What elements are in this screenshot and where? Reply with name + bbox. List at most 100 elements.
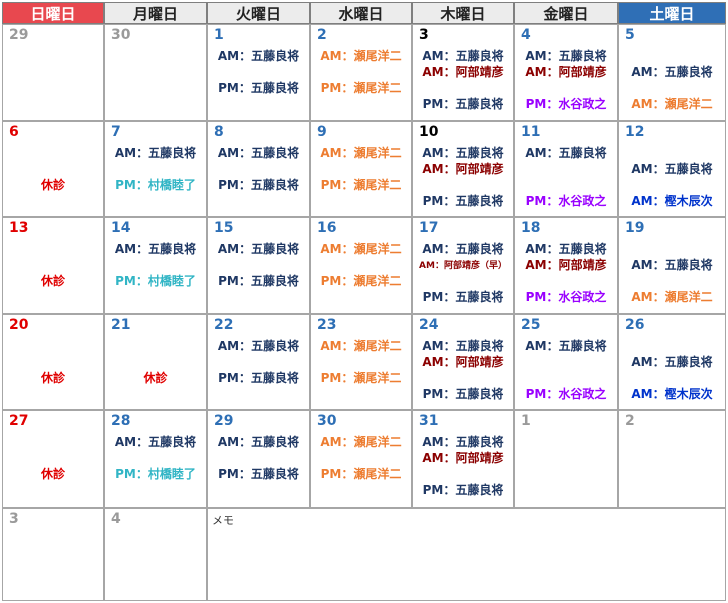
day-number: 27 [9, 413, 29, 429]
day-number: 29 [214, 413, 234, 429]
day-cell: 28 AM：五藤良将 PM：村橋睦了 [104, 410, 207, 508]
day-cell: 23 AM：瀬尾洋二 PM：瀬尾洋二 [310, 314, 412, 410]
schedule-entry: PM：五藤良将 [218, 81, 299, 95]
day-number: 21 [111, 317, 131, 333]
schedule-entry: 休診 [40, 467, 65, 481]
day-number: 26 [625, 317, 645, 333]
schedule-entry: 休診 [40, 371, 65, 385]
schedule-entry: AM：阿部靖彦 [525, 258, 607, 272]
schedule-entry: PM：五藤良将 [422, 194, 504, 208]
schedule-entry: AM：五藤良将 [631, 65, 713, 79]
day-number: 1 [214, 27, 224, 43]
schedule-entry: AM：五藤良将 [631, 162, 713, 176]
schedule-entry: PM：瀬尾洋二 [320, 81, 402, 95]
schedule-entry: PM：瀬尾洋二 [320, 467, 402, 481]
schedule-entry: AM：阿部靖彦 [422, 65, 504, 79]
schedule-entry: PM：五藤良将 [218, 467, 299, 481]
day-cell: 7 AM：五藤良将 PM：村橋睦了 [104, 121, 207, 217]
schedule-entry: AM：五藤良将 [422, 435, 504, 449]
schedule-entry: PM：瀬尾洋二 [320, 371, 402, 385]
schedule-entry: AM：瀬尾洋二 [320, 339, 402, 353]
day-number: 16 [317, 220, 337, 236]
day-cell: 10 AM：五藤良将 AM：阿部靖彦 PM：五藤良将 [412, 121, 514, 217]
schedule-entry: AM：五藤良将 [631, 355, 713, 369]
day-number: 29 [9, 27, 29, 43]
schedule-entry: AM：阿部靖彦 [422, 451, 504, 465]
schedule-entry: AM：阿部靖彦 [422, 162, 504, 176]
header-fri: 金曜日 [514, 2, 618, 24]
schedule-entry: AM：五藤良将 [422, 242, 504, 256]
day-number: 8 [214, 124, 224, 140]
day-cell: 29 [2, 24, 104, 121]
day-cell: 2 AM：瀬尾洋二 PM：瀬尾洋二 [310, 24, 412, 121]
day-cell: 27 休診 [2, 410, 104, 508]
day-cell: 3 AM：五藤良将 AM：阿部靖彦 PM：五藤良将 [412, 24, 514, 121]
memo-area[interactable]: メモ [207, 508, 726, 601]
schedule-entry: PM：五藤良将 [422, 290, 504, 304]
day-cell: 30 [104, 24, 207, 121]
schedule-entry: AM：五藤良将 [114, 242, 197, 256]
day-number: 10 [419, 124, 439, 140]
schedule-entry: AM：五藤良将 [422, 49, 504, 63]
day-number: 11 [521, 124, 541, 140]
monthly-schedule-calendar: 日曜日 月曜日 火曜日 水曜日 木曜日 金曜日 土曜日 29 30 1 AM：五藤良将 PM：五藤良将… [2, 2, 726, 601]
day-cell: 31 AM：五藤良将 AM：阿部靖彦 PM：五藤良将 [412, 410, 514, 508]
schedule-entry: AM：樫木辰次 [631, 194, 713, 208]
day-number: 30 [111, 27, 131, 43]
day-cell: 4 AM：五藤良将 AM：阿部靖彦 PM：水谷政之 [514, 24, 618, 121]
schedule-entry: AM：五藤良将 [217, 146, 300, 160]
day-number: 2 [625, 413, 635, 429]
schedule-entry: AM：五藤良将 [422, 339, 504, 353]
schedule-entry: AM：五藤良将 [422, 146, 504, 160]
schedule-entry: AM：五藤良将 [525, 49, 607, 63]
day-number: 24 [419, 317, 439, 333]
schedule-entry: PM：水谷政之 [525, 97, 607, 111]
day-number: 15 [214, 220, 234, 236]
schedule-entry: 休診 [40, 178, 65, 192]
memo-label: メモ [212, 514, 234, 527]
day-cell: 16 AM：瀬尾洋二 PM：瀬尾洋二 [310, 217, 412, 314]
header-tue: 火曜日 [207, 2, 310, 24]
day-cell: 2 [618, 410, 726, 508]
header-sun: 日曜日 [2, 2, 104, 24]
schedule-entry: AM：五藤良将 [631, 258, 713, 272]
day-cell: 13 休診 [2, 217, 104, 314]
schedule-entry: AM：瀬尾洋二 [320, 146, 402, 160]
schedule-entry: PM：五藤良将 [218, 274, 299, 288]
schedule-entry: AM：五藤良将 [217, 242, 300, 256]
day-cell: 14 AM：五藤良将 PM：村橋睦了 [104, 217, 207, 314]
day-cell: 11 AM：五藤良将 PM：水谷政之 [514, 121, 618, 217]
schedule-entry: PM：村橋睦了 [115, 178, 196, 192]
day-cell: 17 AM：五藤良将 AM：阿部靖彦（早） PM：五藤良将 [412, 217, 514, 314]
day-number: 13 [9, 220, 29, 236]
day-cell: 12 AM：五藤良将 AM：樫木辰次 [618, 121, 726, 217]
schedule-entry: AM：阿部靖彦 [525, 65, 607, 79]
day-number: 4 [521, 27, 531, 43]
day-number: 12 [625, 124, 645, 140]
schedule-entry: PM：水谷政之 [525, 194, 607, 208]
day-cell: 26 AM：五藤良将 AM：樫木辰次 [618, 314, 726, 410]
day-number: 22 [214, 317, 234, 333]
day-number: 31 [419, 413, 439, 429]
schedule-entry: AM：五藤良将 [217, 339, 300, 353]
day-number: 3 [419, 27, 429, 43]
schedule-entry: AM：五藤良将 [525, 242, 607, 256]
schedule-entry: 休診 [143, 371, 168, 385]
day-number: 30 [317, 413, 337, 429]
day-number: 9 [317, 124, 327, 140]
day-cell: 21 休診 [104, 314, 207, 410]
day-cell: 15 AM：五藤良将 PM：五藤良将 [207, 217, 310, 314]
day-number: 4 [111, 511, 121, 527]
schedule-entry: PM：水谷政之 [525, 290, 607, 304]
day-number: 23 [317, 317, 337, 333]
day-number: 6 [9, 124, 19, 140]
day-cell: 18 AM：五藤良将 AM：阿部靖彦 PM：水谷政之 [514, 217, 618, 314]
day-number: 19 [625, 220, 645, 236]
schedule-entry: AM：樫木辰次 [631, 387, 713, 401]
day-number: 14 [111, 220, 131, 236]
header-sat: 土曜日 [618, 2, 726, 24]
day-cell: 20 休診 [2, 314, 104, 410]
day-number: 18 [521, 220, 541, 236]
schedule-entry: AM：瀬尾洋二 [320, 435, 402, 449]
day-number: 20 [9, 317, 29, 333]
